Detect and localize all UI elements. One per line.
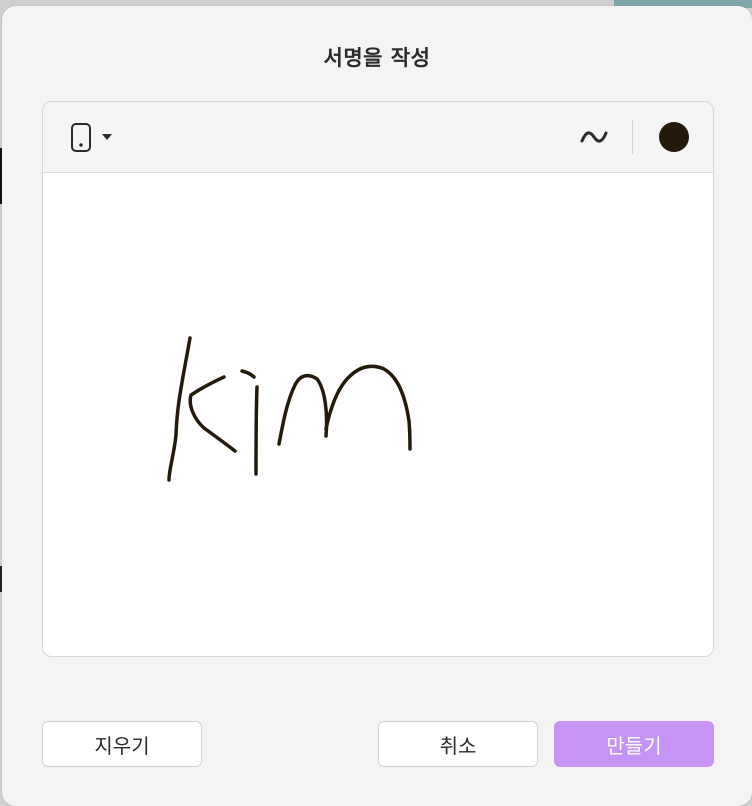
tablet-icon [71,123,91,152]
dialog-title: 서명을 작성 [323,46,431,70]
create-signature-dialog: 서명을 작성 지우기 취소 만들기 [2,6,752,806]
cancel-button[interactable]: 취소 [378,721,538,767]
clear-button[interactable]: 지우기 [42,721,202,767]
input-device-selector[interactable] [67,122,115,154]
toolbar-divider [632,120,633,154]
pen-color-swatch[interactable] [659,122,689,152]
signature-pad [42,101,714,657]
signature-canvas[interactable] [43,173,713,656]
create-button[interactable]: 만들기 [554,721,714,767]
signature-stroke [167,336,412,482]
caret-down-icon [102,134,112,140]
tilde-stroke-icon[interactable] [577,122,611,152]
signature-toolbar [43,102,713,173]
